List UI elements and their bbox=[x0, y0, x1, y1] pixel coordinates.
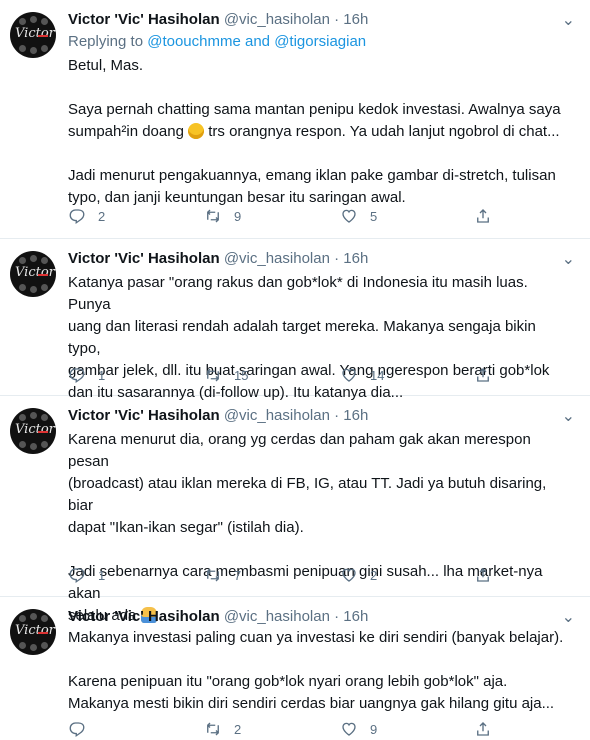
avatar[interactable]: Victor bbox=[10, 609, 56, 655]
tweet-paragraph: Makanya investasi paling cuan ya investa… bbox=[68, 629, 564, 646]
separator-dot: · bbox=[334, 11, 340, 28]
retweet-button[interactable]: 7 bbox=[204, 566, 241, 584]
avatar[interactable]: Victor bbox=[10, 408, 56, 454]
tweet-text: Makanya investasi paling cuan ya investa… bbox=[68, 627, 568, 715]
separator-dot: · bbox=[334, 608, 340, 625]
avatar[interactable]: Victor bbox=[10, 12, 56, 58]
like-button[interactable]: 9 bbox=[340, 720, 377, 738]
tweet-actions: 2 9 bbox=[68, 720, 498, 740]
user-handle[interactable]: @vic_hasiholan bbox=[224, 250, 330, 267]
replying-to: Replying to @toouchmme and @tigorsiagian bbox=[68, 32, 366, 52]
like-count: 5 bbox=[370, 208, 378, 224]
more-options-icon[interactable]: ⌄ bbox=[562, 406, 576, 426]
reply-icon bbox=[69, 722, 85, 738]
reply-user-link[interactable]: @tigorsiagian bbox=[274, 33, 366, 50]
more-options-icon[interactable]: ⌄ bbox=[562, 10, 576, 30]
reply-button[interactable]: 1 bbox=[68, 366, 105, 384]
reply-icon bbox=[69, 568, 85, 584]
display-name[interactable]: Victor 'Vic' Hasiholan bbox=[68, 608, 220, 625]
timestamp[interactable]: 16h bbox=[343, 608, 368, 625]
share-icon bbox=[477, 368, 489, 382]
reply-icon bbox=[69, 368, 85, 384]
share-icon bbox=[477, 568, 489, 582]
tweet-actions: 2 9 5 bbox=[68, 207, 498, 227]
tweet-header: Victor 'Vic' Hasiholan @vic_hasiholan · … bbox=[68, 607, 368, 627]
separator-dot: · bbox=[334, 407, 340, 424]
reply-button[interactable]: 2 bbox=[68, 207, 105, 225]
tweet[interactable]: Victor Victor 'Vic' Hasiholan @vic_hasih… bbox=[0, 239, 590, 401]
share-button[interactable] bbox=[474, 207, 492, 225]
heart-icon bbox=[342, 209, 356, 223]
like-button[interactable]: 14 bbox=[340, 366, 384, 384]
user-handle[interactable]: @vic_hasiholan bbox=[224, 407, 330, 424]
more-options-icon[interactable]: ⌄ bbox=[562, 249, 576, 269]
share-icon bbox=[477, 722, 489, 736]
display-name[interactable]: Victor 'Vic' Hasiholan bbox=[68, 250, 220, 267]
avatar-signature: Victor bbox=[15, 422, 55, 437]
retweet-icon bbox=[207, 722, 219, 736]
tweet-paragraph: Karena menurut dia, orang yg cerdas dan … bbox=[68, 431, 547, 536]
tweet-text: Betul, Mas. Saya pernah chatting sama ma… bbox=[68, 55, 568, 209]
avatar-signature: Victor bbox=[15, 265, 55, 280]
retweet-count: 15 bbox=[234, 367, 249, 383]
tweet-header: Victor 'Vic' Hasiholan @vic_hasiholan · … bbox=[68, 249, 368, 269]
reply-icon bbox=[69, 209, 85, 225]
tweet[interactable]: Victor Victor 'Vic' Hasiholan @vic_hasih… bbox=[0, 0, 590, 239]
display-name[interactable]: Victor 'Vic' Hasiholan bbox=[68, 407, 220, 424]
retweet-button[interactable]: 2 bbox=[204, 720, 241, 738]
reply-count: 1 bbox=[98, 367, 106, 383]
reply-button[interactable]: 1 bbox=[68, 566, 105, 584]
heart-icon bbox=[342, 568, 356, 582]
tweet-header: Victor 'Vic' Hasiholan @vic_hasiholan · … bbox=[68, 406, 368, 426]
avatar-signature: Victor bbox=[15, 26, 55, 41]
tweet-header: Victor 'Vic' Hasiholan @vic_hasiholan · … bbox=[68, 10, 368, 30]
timestamp[interactable]: 16h bbox=[343, 250, 368, 267]
share-button[interactable] bbox=[474, 566, 492, 584]
like-button[interactable]: 5 bbox=[340, 207, 377, 225]
heart-icon bbox=[342, 368, 356, 382]
user-handle[interactable]: @vic_hasiholan bbox=[224, 608, 330, 625]
share-icon bbox=[477, 209, 489, 223]
heart-icon bbox=[342, 722, 356, 736]
user-handle[interactable]: @vic_hasiholan bbox=[224, 11, 330, 28]
like-count: 14 bbox=[370, 367, 385, 383]
reply-and-text: and bbox=[240, 33, 275, 50]
more-options-icon[interactable]: ⌄ bbox=[562, 607, 576, 627]
tweet[interactable]: Victor Victor 'Vic' Hasiholan @vic_hasih… bbox=[0, 597, 590, 740]
like-count: 2 bbox=[370, 567, 378, 583]
timestamp[interactable]: 16h bbox=[343, 11, 368, 28]
reply-button[interactable] bbox=[68, 720, 98, 738]
share-button[interactable] bbox=[474, 720, 492, 738]
tweet-paragraph: Betul, Mas. bbox=[68, 57, 144, 74]
tweet-paragraph: Saya pernah chatting sama mantan penipu … bbox=[68, 101, 561, 140]
laughing-emoji-icon bbox=[188, 123, 205, 139]
tweet-paragraph: Karena penipuan itu "orang gob*lok nyari… bbox=[68, 673, 555, 712]
replying-to-label: Replying to bbox=[68, 33, 148, 50]
avatar-signature: Victor bbox=[15, 623, 55, 638]
retweet-icon bbox=[207, 368, 219, 382]
timestamp[interactable]: 16h bbox=[343, 407, 368, 424]
share-button[interactable] bbox=[474, 366, 492, 384]
display-name[interactable]: Victor 'Vic' Hasiholan bbox=[68, 11, 220, 28]
retweet-icon bbox=[207, 209, 219, 223]
avatar[interactable]: Victor bbox=[10, 251, 56, 297]
tweet-actions: 1 7 2 bbox=[68, 566, 498, 586]
retweet-icon bbox=[207, 568, 219, 582]
reply-count: 2 bbox=[98, 208, 106, 224]
retweet-count: 7 bbox=[234, 567, 242, 583]
tweet-paragraph: Jadi menurut pengakuannya, emang iklan p… bbox=[68, 167, 556, 206]
like-button[interactable]: 2 bbox=[340, 566, 377, 584]
tweet-actions: 1 15 14 bbox=[68, 366, 498, 386]
separator-dot: · bbox=[334, 250, 340, 267]
reply-count: 1 bbox=[98, 567, 106, 583]
reply-user-link[interactable]: @toouchmme bbox=[147, 33, 241, 50]
tweet[interactable]: Victor Victor 'Vic' Hasiholan @vic_hasih… bbox=[0, 396, 590, 624]
retweet-button[interactable]: 9 bbox=[204, 207, 241, 225]
retweet-button[interactable]: 15 bbox=[204, 366, 248, 384]
like-count: 9 bbox=[370, 721, 378, 737]
retweet-count: 9 bbox=[234, 208, 242, 224]
retweet-count: 2 bbox=[234, 721, 242, 737]
